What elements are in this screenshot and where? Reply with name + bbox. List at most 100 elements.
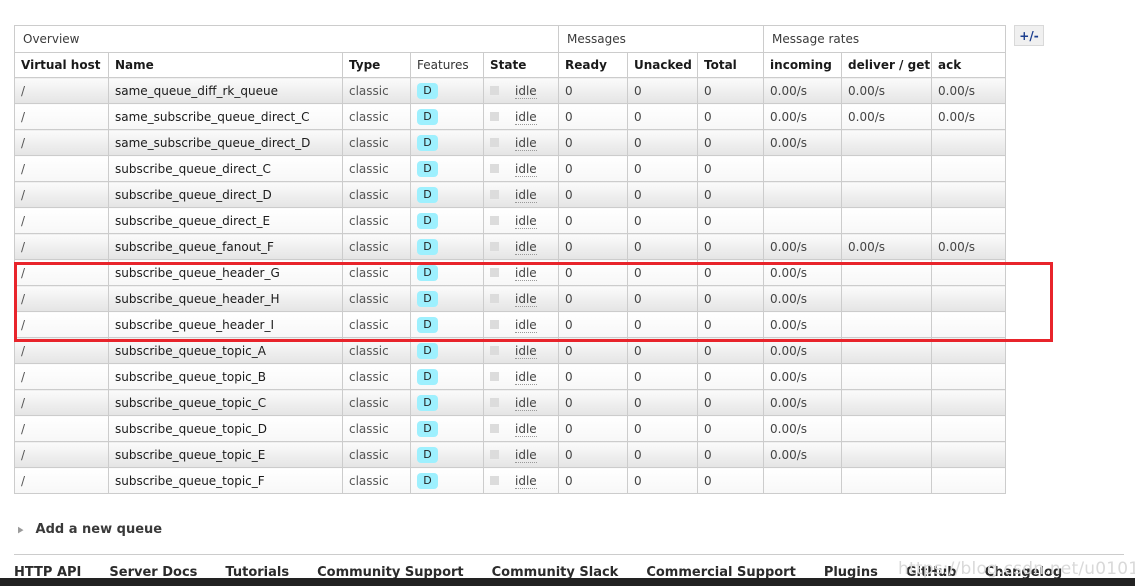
- cell-unacked: 0: [627, 337, 699, 364]
- durable-badge: D: [417, 368, 438, 385]
- table-row[interactable]: / same_subscribe_queue_direct_C classic Did…: [14, 103, 1007, 130]
- queue-name-link[interactable]: same_queue_diff_rk_queue: [108, 77, 343, 104]
- table-row[interactable]: / subscribe_queue_topic_C classic Didle 0 0 0 0…: [14, 389, 1007, 416]
- cell-state: idle: [482, 285, 560, 312]
- cell-unacked: 0: [627, 155, 699, 182]
- queue-name-link[interactable]: subscribe_queue_topic_F: [108, 467, 343, 494]
- queue-name-link[interactable]: subscribe_queue_direct_D: [108, 181, 343, 208]
- column-header-total[interactable]: Total: [697, 52, 765, 78]
- table-row[interactable]: / subscribe_queue_topic_E classic Didle 0 0 0 0…: [14, 441, 1007, 468]
- cell-deliver-get: 0.00/s: [841, 103, 933, 130]
- table-row[interactable]: / subscribe_queue_topic_D classic Didle 0 0 0 0…: [14, 415, 1007, 442]
- queue-name-link[interactable]: subscribe_queue_topic_D: [108, 415, 343, 442]
- cell-type: classic: [342, 233, 411, 260]
- column-header-incoming[interactable]: incoming: [763, 52, 843, 78]
- cell-type: classic: [342, 155, 411, 182]
- state-label: idle: [515, 161, 537, 177]
- cell-virtual-host: /: [14, 129, 109, 156]
- cell-deliver-get: [841, 415, 933, 442]
- cell-total: 0: [697, 441, 765, 468]
- cell-state: idle: [482, 233, 560, 260]
- cell-virtual-host: /: [14, 207, 109, 234]
- state-indicator-icon: [490, 242, 499, 252]
- durable-badge: D: [417, 238, 438, 255]
- cell-state: idle: [482, 77, 560, 104]
- column-header-ready[interactable]: Ready: [558, 52, 629, 78]
- queue-name-link[interactable]: subscribe_queue_header_H: [108, 285, 343, 312]
- table-row[interactable]: / subscribe_queue_topic_B classic Didle 0 0 0 0…: [14, 363, 1007, 390]
- queue-name-link[interactable]: subscribe_queue_topic_E: [108, 441, 343, 468]
- queue-name-link[interactable]: subscribe_queue_topic_B: [108, 363, 343, 390]
- state-indicator-icon: [490, 190, 499, 200]
- table-row[interactable]: / subscribe_queue_direct_D classic Didle 0 0 0: [14, 181, 1007, 208]
- durable-badge: D: [417, 212, 438, 229]
- queue-name-link[interactable]: subscribe_queue_header_G: [108, 259, 343, 286]
- toggle-columns-button[interactable]: +/-: [1014, 25, 1044, 46]
- state-label: idle: [515, 343, 537, 359]
- queue-name-link[interactable]: subscribe_queue_topic_A: [108, 337, 343, 364]
- state-label: idle: [515, 395, 537, 411]
- state-label: idle: [515, 109, 537, 125]
- cell-features: D: [410, 389, 484, 416]
- cell-unacked: 0: [627, 389, 699, 416]
- table-row[interactable]: / subscribe_queue_direct_C classic Didle 0 0 0: [14, 155, 1007, 182]
- column-header-ack[interactable]: ack: [931, 52, 1007, 78]
- column-header-name[interactable]: Name: [108, 52, 343, 78]
- cell-ready: 0: [558, 363, 629, 390]
- table-row[interactable]: / subscribe_queue_fanout_F classic Didle 0 0 0…: [14, 233, 1007, 260]
- cell-virtual-host: /: [14, 467, 109, 494]
- group-header-message-rates: Message rates: [763, 25, 1007, 53]
- queues-table-head: Overview Messages Message rates Virtual …: [13, 25, 1007, 78]
- cell-incoming: 0.00/s: [763, 233, 843, 260]
- cell-type: classic: [342, 415, 411, 442]
- column-header-state[interactable]: State: [482, 52, 560, 78]
- column-header-unacked[interactable]: Unacked: [627, 52, 699, 78]
- state-label: idle: [515, 447, 537, 463]
- column-header-deliver-get[interactable]: deliver / get: [841, 52, 933, 78]
- column-header-type[interactable]: Type: [342, 52, 411, 78]
- cell-ready: 0: [558, 285, 629, 312]
- column-header-features: Features: [410, 52, 484, 78]
- durable-badge: D: [417, 160, 438, 177]
- table-row[interactable]: / subscribe_queue_header_H classic Didle 0 0 0…: [14, 285, 1007, 312]
- cell-total: 0: [697, 103, 765, 130]
- durable-badge: D: [417, 134, 438, 151]
- cell-incoming: 0.00/s: [763, 441, 843, 468]
- cell-unacked: 0: [627, 129, 699, 156]
- cell-deliver-get: 0.00/s: [841, 77, 933, 104]
- cell-type: classic: [342, 77, 411, 104]
- queue-name-link[interactable]: subscribe_queue_fanout_F: [108, 233, 343, 260]
- cell-deliver-get: [841, 285, 933, 312]
- queue-name-link[interactable]: same_subscribe_queue_direct_D: [108, 129, 343, 156]
- footer-divider: [14, 554, 1124, 555]
- cell-features: D: [410, 259, 484, 286]
- cell-total: 0: [697, 389, 765, 416]
- table-row[interactable]: / subscribe_queue_header_G classic Didle 0 0 0…: [14, 259, 1007, 286]
- cell-type: classic: [342, 441, 411, 468]
- add-new-queue-toggle[interactable]: ▸ Add a new queue: [18, 522, 162, 538]
- cell-deliver-get: [841, 155, 933, 182]
- queue-name-link[interactable]: subscribe_queue_direct_C: [108, 155, 343, 182]
- table-row[interactable]: / subscribe_queue_header_I classic Didle 0 0 0…: [14, 311, 1007, 338]
- cell-ready: 0: [558, 415, 629, 442]
- cell-state: idle: [482, 337, 560, 364]
- table-row[interactable]: / subscribe_queue_topic_F classic Didle 0 0 0: [14, 467, 1007, 494]
- cell-type: classic: [342, 467, 411, 494]
- cell-incoming: 0.00/s: [763, 337, 843, 364]
- cell-features: D: [410, 415, 484, 442]
- table-row[interactable]: / subscribe_queue_direct_E classic Didle 0 0 0: [14, 207, 1007, 234]
- table-row[interactable]: / same_queue_diff_rk_queue classic Didle 0 0 0…: [14, 77, 1007, 104]
- table-row[interactable]: / subscribe_queue_topic_A classic Didle 0 0 0 0…: [14, 337, 1007, 364]
- state-indicator-icon: [490, 346, 499, 356]
- cell-incoming: [763, 467, 843, 494]
- cell-incoming: 0.00/s: [763, 129, 843, 156]
- queue-name-link[interactable]: same_subscribe_queue_direct_C: [108, 103, 343, 130]
- cell-unacked: 0: [627, 415, 699, 442]
- column-header-virtual-host[interactable]: Virtual host: [14, 52, 109, 78]
- table-row[interactable]: / same_subscribe_queue_direct_D classic Did…: [14, 129, 1007, 156]
- state-label: idle: [515, 317, 537, 333]
- queue-name-link[interactable]: subscribe_queue_header_I: [108, 311, 343, 338]
- cell-unacked: 0: [627, 259, 699, 286]
- queue-name-link[interactable]: subscribe_queue_topic_C: [108, 389, 343, 416]
- queue-name-link[interactable]: subscribe_queue_direct_E: [108, 207, 343, 234]
